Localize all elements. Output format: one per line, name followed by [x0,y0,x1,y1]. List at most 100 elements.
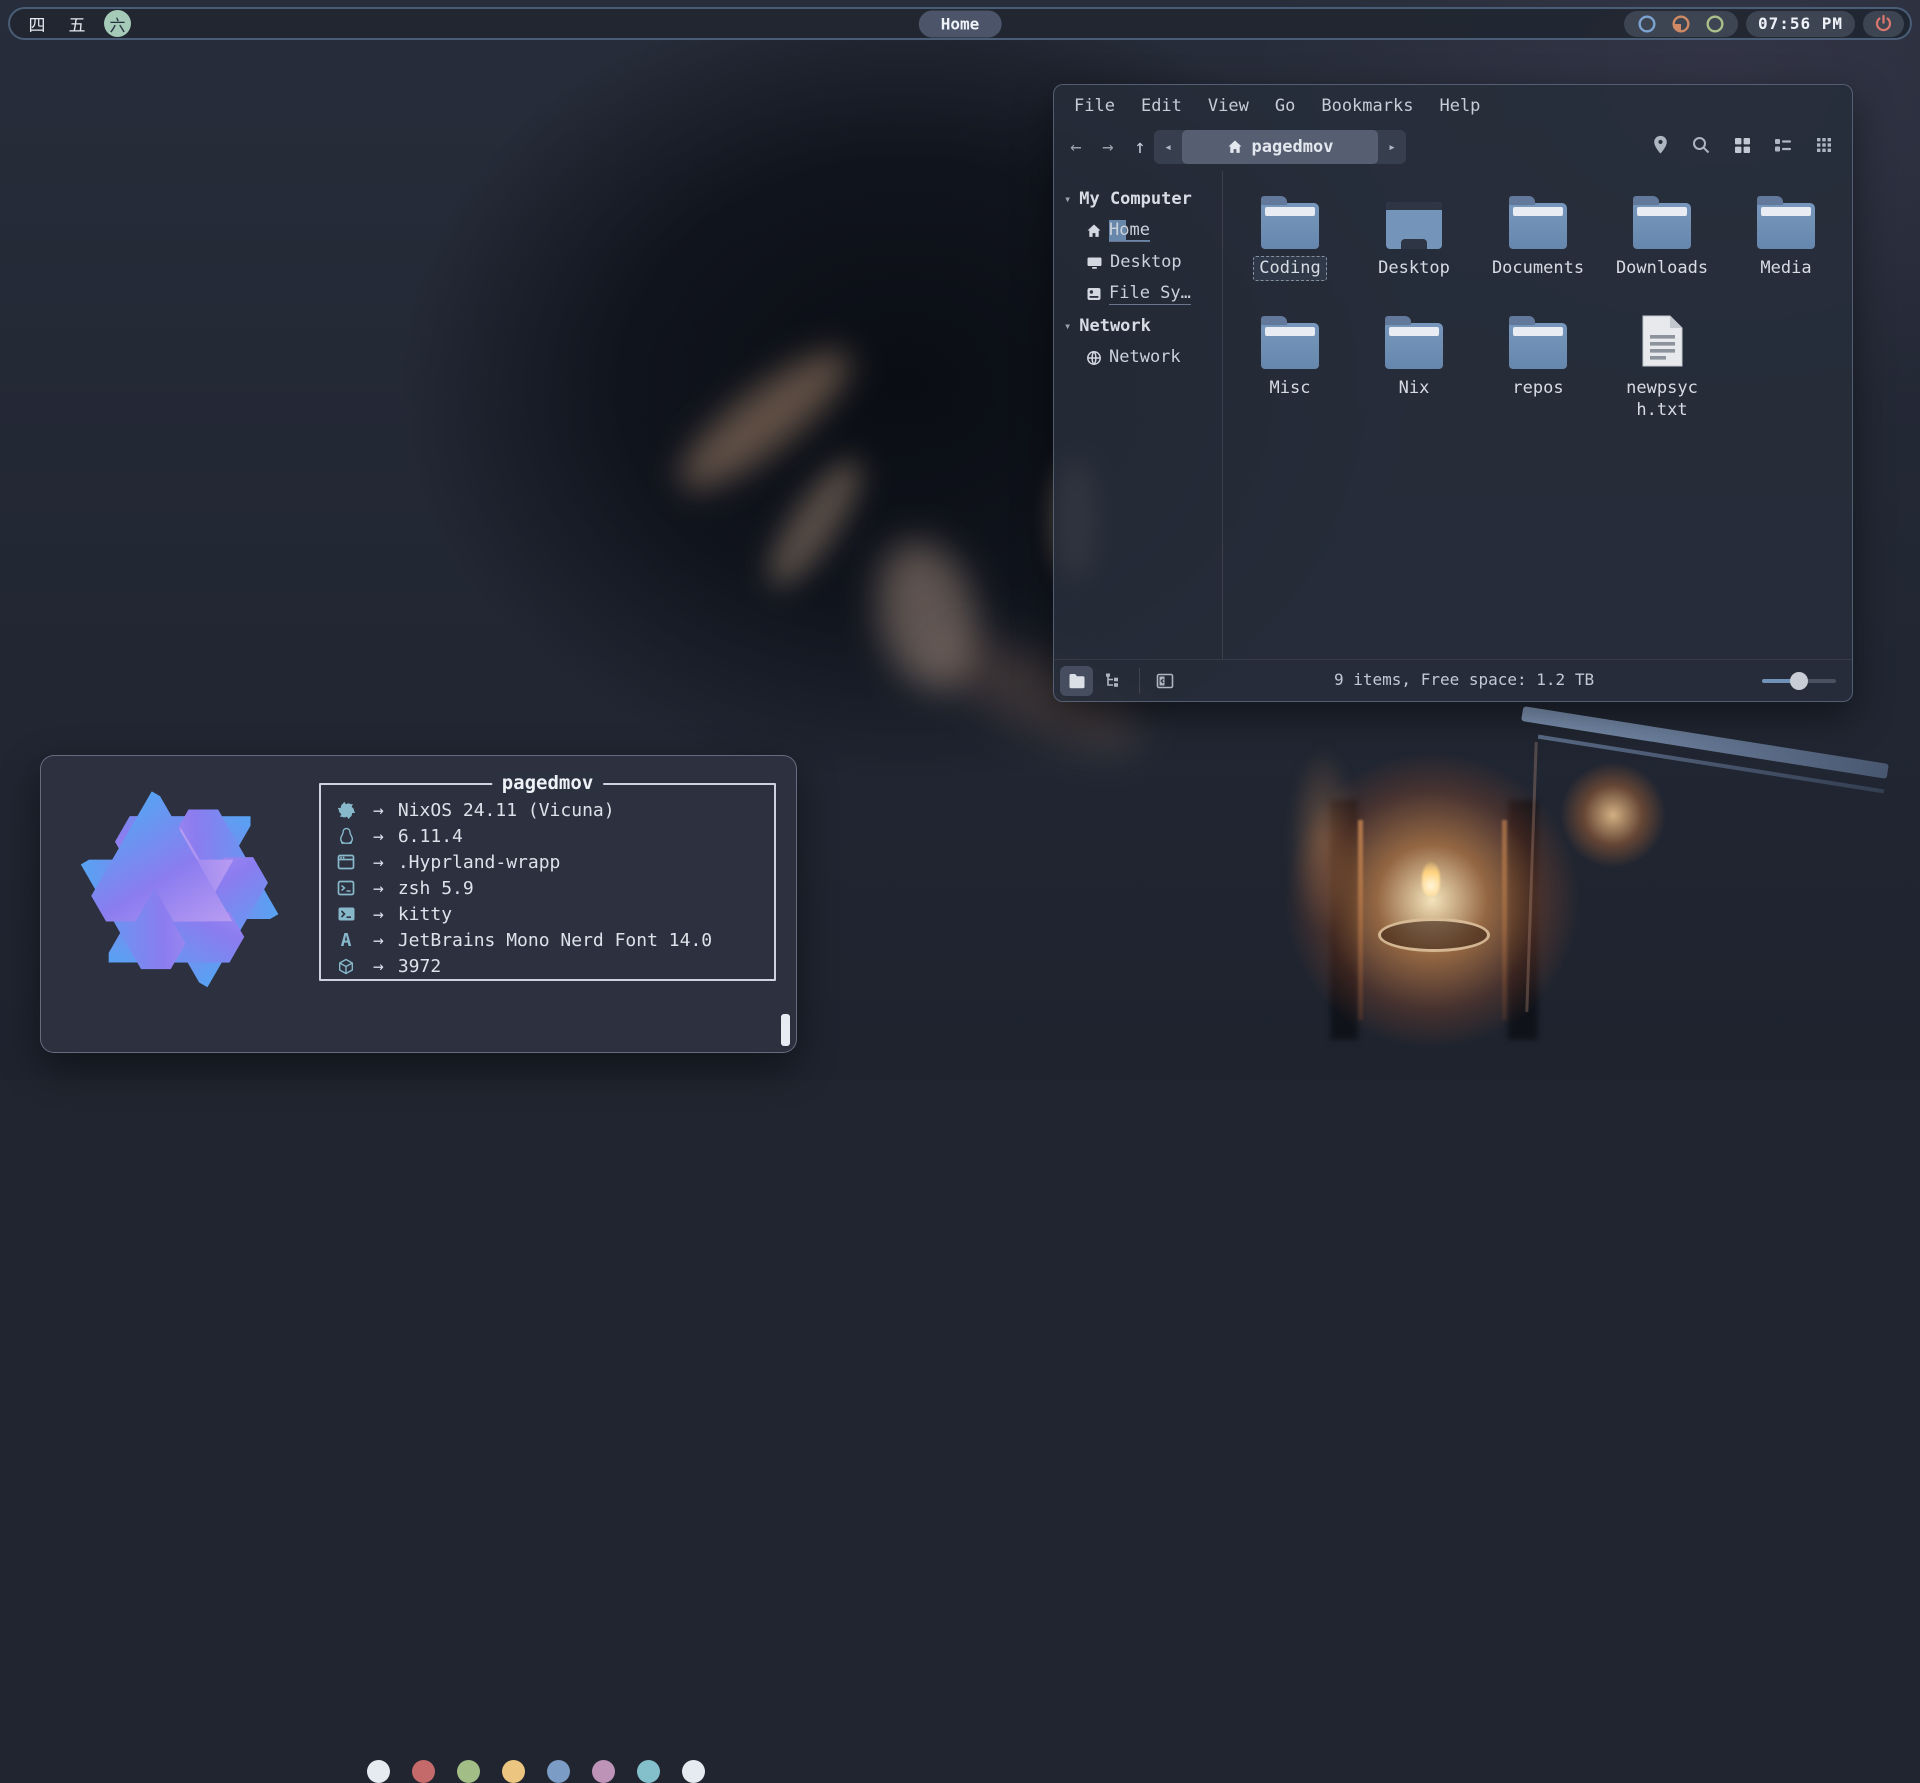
file-item-newpsych-txt[interactable]: newpsych.txt [1600,311,1724,423]
back-button[interactable]: ← [1062,133,1090,161]
wallpaper-side-glow [1288,745,1358,935]
menu-edit[interactable]: Edit [1141,96,1182,116]
workspace-5[interactable]: 五 [64,11,90,36]
filesystem-drive-icon [1086,286,1102,302]
window-manager-icon [333,854,359,870]
file-label: Downloads [1610,256,1714,281]
icon-view-button[interactable] [1730,133,1754,157]
sidebar-item-desktop[interactable]: Desktop [1054,247,1222,278]
file-item-desktop[interactable]: Desktop [1352,191,1476,281]
location-pin-button[interactable] [1648,133,1672,157]
file-grid: Coding Desktop Documents Downloads Media… [1223,171,1852,659]
folder-icon [1261,323,1319,369]
palette-dot [412,1760,435,1783]
folder-icon [1261,203,1319,249]
file-item-downloads[interactable]: Downloads [1600,191,1724,281]
fetch-value: 6.11.4 [398,826,463,847]
wallpaper-lantern-edge [1358,820,1363,1020]
sidebar-item-label: Home [1109,220,1150,242]
up-button[interactable]: ↑ [1126,133,1154,161]
wallpaper-small-light [1558,760,1668,870]
menu-file[interactable]: File [1074,96,1115,116]
file-manager-window: File Edit View Go Bookmarks Help ← → ↑ ◂… [1053,84,1853,702]
fetch-value: JetBrains Mono Nerd Font 14.0 [398,930,712,951]
wallpaper-candle-flame [1422,862,1440,896]
fetch-row-font: A → JetBrains Mono Nerd Font 14.0 [333,927,774,953]
nixos-icon [333,801,359,820]
terminal-filled-icon [333,907,359,921]
status-bar: 9 items, Free space: 1.2 TB [1054,659,1852,701]
status-summary: 9 items, Free space: 1.2 TB [1334,670,1594,689]
file-item-repos[interactable]: repos [1476,311,1600,423]
wallpaper-candle-cup [1378,918,1490,952]
tree-view-toggle-button[interactable] [1096,666,1129,696]
file-label: Nix [1393,376,1436,401]
clock-widget[interactable]: 07:56 PM [1746,11,1855,37]
icon-view-toggle-button[interactable] [1060,666,1093,696]
palette-dot [592,1760,615,1783]
path-scroll-right-icon[interactable]: ▸ [1378,140,1406,155]
terminal-window[interactable]: pagedmov → NixOS 24.11 (Vicuna) → 6.11.4… [40,755,797,1053]
sidebar-item-home[interactable]: Home [1054,215,1222,247]
menu-bookmarks[interactable]: Bookmarks [1321,96,1413,116]
home-icon [1227,139,1243,155]
file-label: Media [1754,256,1817,281]
palette-dot [457,1760,480,1783]
arrow-glyph: → [373,852,384,873]
sidebar-item-label: Desktop [1110,252,1182,273]
search-button[interactable] [1689,133,1713,157]
sidebar-section-network[interactable]: ▾ Network [1054,310,1222,342]
file-item-media[interactable]: Media [1724,191,1848,281]
forward-button[interactable]: → [1094,133,1122,161]
file-label: Misc [1264,376,1317,401]
menu-go[interactable]: Go [1275,96,1295,116]
path-scroll-left-icon[interactable]: ◂ [1154,140,1182,155]
fetch-row-packages: → 3972 [333,953,774,979]
compact-view-button[interactable] [1812,133,1836,157]
zoom-slider-handle[interactable] [1790,672,1808,690]
nixos-logo [71,781,289,999]
fetch-value: NixOS 24.11 (Vicuna) [398,800,615,821]
sidebar-item-label: Network [1109,347,1181,368]
path-bar: ◂ pagedmov ▸ [1154,130,1406,164]
workspace-6-active[interactable]: 六 [104,10,131,37]
path-segment-label: pagedmov [1252,137,1334,157]
power-icon [1873,13,1894,34]
palette-dot [502,1760,525,1783]
top-bar: 四 五 六 Home 07:56 PM [8,7,1912,40]
menu-bar: File Edit View Go Bookmarks Help [1054,85,1852,123]
terminal-cursor [781,1014,790,1046]
kernel-penguin-icon [333,827,359,845]
terminal-color-palette [367,1760,705,1783]
file-item-documents[interactable]: Documents [1476,191,1600,281]
globe-icon [1086,350,1102,366]
sidebar-section-label: My Computer [1079,189,1192,209]
palette-dot [682,1760,705,1783]
file-item-coding[interactable]: Coding [1228,191,1352,281]
sidebar-item-network[interactable]: Network [1054,342,1222,373]
file-label: Coding [1253,256,1326,281]
power-button[interactable] [1863,11,1904,37]
menu-view[interactable]: View [1208,96,1249,116]
workspace-switcher: 四 五 六 [24,10,131,37]
sidebar-section-my-computer[interactable]: ▾ My Computer [1054,183,1222,215]
wallpaper-lantern-edge [1502,820,1507,1020]
menu-help[interactable]: Help [1439,96,1480,116]
sidebar-item-filesystem[interactable]: File Sy… [1054,278,1222,310]
path-segment-home[interactable]: pagedmov [1182,130,1378,164]
folder-icon [1509,203,1567,249]
list-view-button[interactable] [1771,133,1795,157]
text-file-icon [1640,313,1685,369]
arrow-glyph: → [373,826,384,847]
palette-dot [367,1760,390,1783]
status-indicators[interactable] [1624,11,1738,37]
palette-dot [637,1760,660,1783]
file-item-nix[interactable]: Nix [1352,311,1476,423]
workspace-4[interactable]: 四 [24,11,50,36]
fetch-hostname: pagedmov [492,772,604,794]
file-label: Documents [1486,256,1590,281]
fetch-value: 3972 [398,956,441,977]
zoom-slider[interactable] [1762,679,1836,683]
side-pane-toggle-button[interactable] [1148,666,1181,696]
file-item-misc[interactable]: Misc [1228,311,1352,423]
